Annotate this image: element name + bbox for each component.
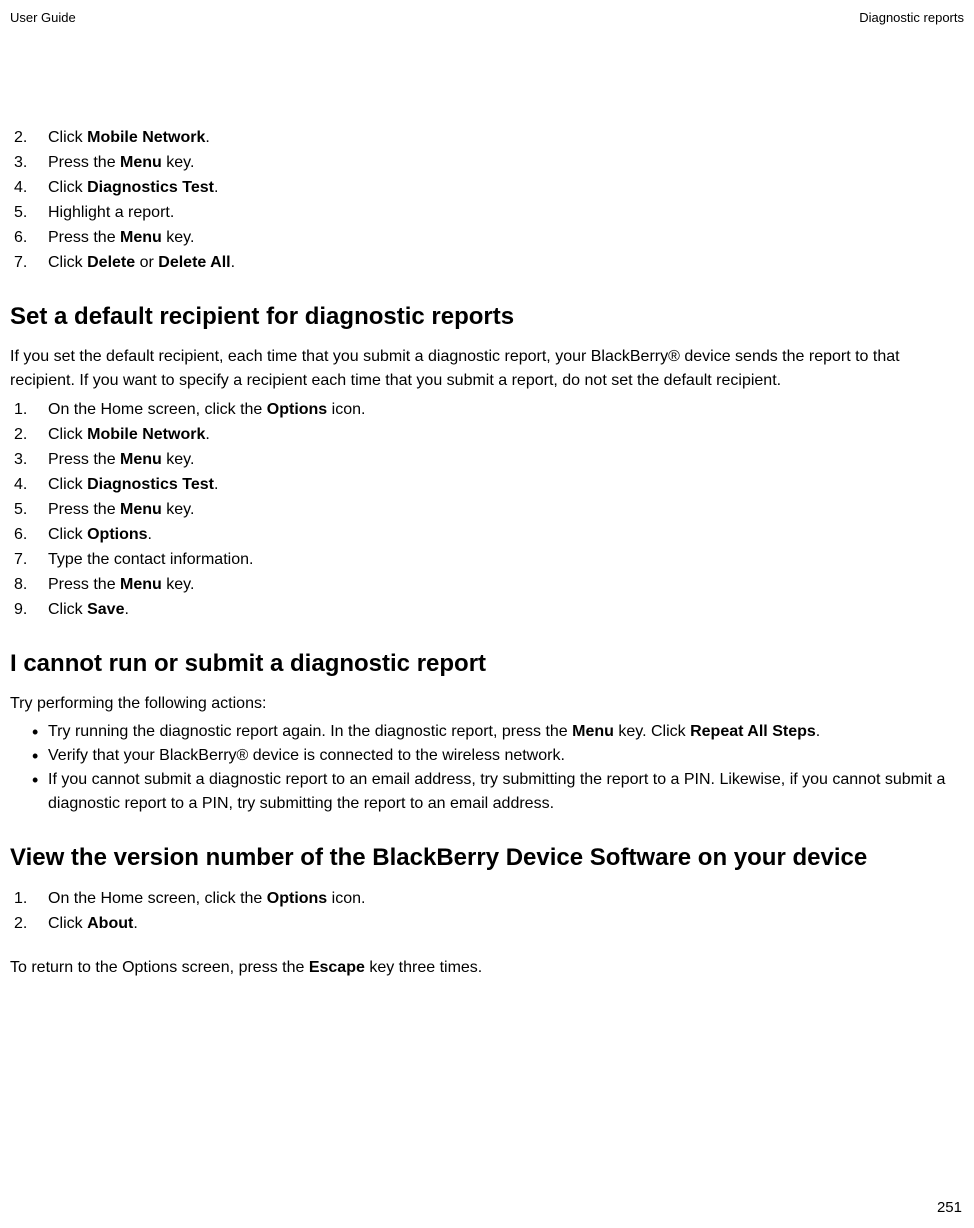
list-item: 6.Press the Menu key. [10, 225, 964, 250]
list-item: 3.Press the Menu key. [10, 150, 964, 175]
section2-intro: If you set the default recipient, each t… [10, 345, 964, 393]
list-item: 7.Click Delete or Delete All. [10, 250, 964, 275]
header-left: User Guide [10, 10, 76, 25]
list-item: 8.Press the Menu key. [10, 572, 964, 597]
list-item: 4.Click Diagnostics Test. [10, 175, 964, 200]
list-item: 1.On the Home screen, click the Options … [10, 886, 964, 911]
list-item: 2.Click About. [10, 911, 964, 936]
list-item: 2.Click Mobile Network. [10, 422, 964, 447]
list-item: 5.Press the Menu key. [10, 497, 964, 522]
list-item: 4.Click Diagnostics Test. [10, 472, 964, 497]
list-item: 5.Highlight a report. [10, 200, 964, 225]
list-item: 3.Press the Menu key. [10, 447, 964, 472]
section3-heading: I cannot run or submit a diagnostic repo… [10, 650, 964, 678]
section4-heading: View the version number of the BlackBerr… [10, 844, 964, 872]
page-number: 251 [937, 1199, 962, 1216]
section3-intro: Try performing the following actions: [10, 692, 964, 716]
list-item: If you cannot submit a diagnostic report… [10, 768, 964, 816]
list-item: Try running the diagnostic report again.… [10, 720, 964, 744]
list-item: 7.Type the contact information. [10, 547, 964, 572]
list-item: 2.Click Mobile Network. [10, 125, 964, 150]
page-content: 2.Click Mobile Network. 3.Press the Menu… [10, 125, 964, 980]
list-item: 6.Click Options. [10, 522, 964, 547]
section4-steps: 1.On the Home screen, click the Options … [10, 886, 964, 936]
section2-heading: Set a default recipient for diagnostic r… [10, 303, 964, 331]
section2-steps: 1.On the Home screen, click the Options … [10, 397, 964, 622]
list-item: Verify that your BlackBerry® device is c… [10, 744, 964, 768]
section4-outro: To return to the Options screen, press t… [10, 956, 964, 980]
list-item: 9.Click Save. [10, 597, 964, 622]
list-item: 1.On the Home screen, click the Options … [10, 397, 964, 422]
page-header: User Guide Diagnostic reports [10, 10, 964, 25]
header-right: Diagnostic reports [859, 10, 964, 25]
section3-bullets: Try running the diagnostic report again.… [10, 720, 964, 816]
section1-steps: 2.Click Mobile Network. 3.Press the Menu… [10, 125, 964, 275]
